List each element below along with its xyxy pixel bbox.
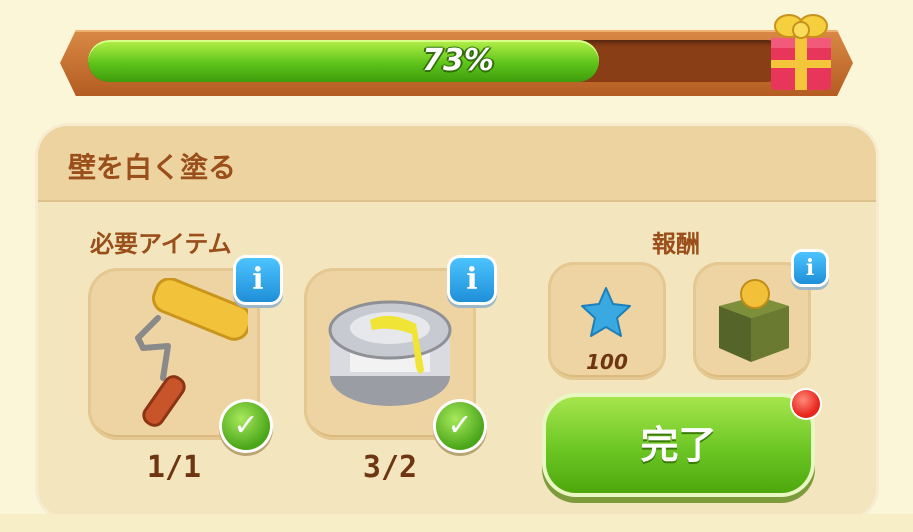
roller-count: 1/1 [146, 450, 202, 485]
reward-label: 報酬 [652, 230, 700, 258]
progress-percent-label: 73% [422, 43, 494, 78]
notification-dot [792, 390, 820, 418]
paint-can-check-icon: ✓ [436, 402, 484, 450]
complete-button[interactable]: 完了 [546, 397, 811, 493]
coin-box-info-button[interactable]: i [794, 252, 826, 284]
coin-box-icon [719, 279, 789, 362]
paint-can-icon [328, 300, 452, 406]
star-reward-count: 100 [586, 350, 628, 374]
required-items-label: 必要アイテム [90, 230, 232, 258]
reward-slot-coin-box[interactable] [693, 262, 811, 380]
roller-check-icon: ✓ [222, 402, 270, 450]
blue-star-icon [581, 287, 631, 337]
roller-info-button[interactable]: i [236, 258, 280, 302]
paint-can-info-button[interactable]: i [450, 258, 494, 302]
task-title: 壁を白く塗る [68, 151, 237, 184]
paint-can-count: 3/2 [362, 450, 418, 485]
bottom-strip [0, 514, 913, 532]
panel-header: 壁を白く塗る [38, 126, 876, 202]
paint-roller-icon [135, 278, 248, 427]
gift-icon[interactable] [765, 4, 837, 94]
